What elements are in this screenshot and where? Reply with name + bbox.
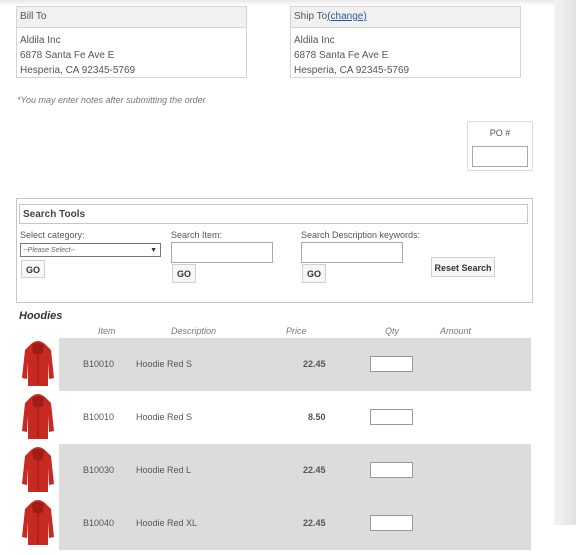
product-image — [17, 497, 59, 550]
category-select[interactable]: --Please Select-- ▼ — [20, 243, 161, 257]
notes-hint: *You may enter notes after submitting th… — [17, 95, 206, 105]
bill-to-line: 6878 Santa Fe Ave E — [20, 50, 115, 61]
product-row: B10010 Hoodie Red S 8.50 — [17, 391, 531, 444]
ship-to-line: Hesperia, CA 92345-5769 — [294, 65, 410, 76]
item-price: 22.45 — [303, 359, 326, 369]
search-item-go-button[interactable]: GO — [172, 264, 196, 283]
row-band — [59, 391, 531, 444]
item-code: B10040 — [83, 518, 115, 528]
quantity-input[interactable] — [370, 462, 413, 478]
ship-to-line: 6878 Santa Fe Ave E — [294, 50, 389, 61]
hoodie-icon — [22, 447, 54, 492]
item-price: 8.50 — [308, 412, 326, 422]
hoodie-icon — [22, 394, 54, 439]
item-description: Hoodie Red S — [136, 359, 193, 369]
ship-to-address: Aldila Inc 6878 Santa Fe Ave E Hesperia,… — [291, 28, 520, 83]
column-header-price: Price — [286, 326, 307, 336]
item-code: B10030 — [83, 465, 115, 475]
item-price: 22.45 — [303, 465, 326, 475]
product-image — [17, 338, 59, 391]
reset-search-button[interactable]: Reset Search — [431, 257, 495, 277]
bill-to-address: Aldila Inc 6878 Santa Fe Ave E Hesperia,… — [17, 28, 246, 83]
product-row: B10010 Hoodie Red S 22.45 — [17, 338, 531, 391]
change-ship-to-link[interactable]: (change) — [327, 11, 366, 22]
quantity-input[interactable] — [370, 356, 413, 372]
column-header-description: Description — [171, 326, 217, 336]
po-number-input[interactable] — [472, 146, 528, 167]
item-code: B10010 — [83, 359, 115, 369]
product-row: B10030 Hoodie Red L 22.45 — [17, 444, 531, 497]
column-header-amount: Amount — [440, 326, 472, 336]
hoodie-icon — [22, 341, 54, 386]
section-title: Hoodies — [19, 310, 63, 322]
product-image — [17, 444, 59, 497]
ship-to-box: Ship To(change) Aldila Inc 6878 Santa Fe… — [290, 6, 521, 78]
item-description: Hoodie Red L — [136, 465, 192, 475]
column-header-item: Item — [98, 326, 116, 336]
category-selected-value: --Please Select-- — [23, 247, 76, 254]
product-image — [17, 391, 59, 444]
quantity-input[interactable] — [370, 409, 413, 425]
bill-to-line: Aldila Inc — [20, 35, 61, 46]
bill-to-line: Hesperia, CA 92345-5769 — [20, 65, 136, 76]
scrollbar-gutter — [554, 0, 576, 525]
ship-to-line: Aldila Inc — [294, 35, 335, 46]
search-description-label: Search Description keywords: — [301, 230, 421, 240]
search-tools-title: Search Tools — [19, 204, 528, 224]
item-code: B10010 — [83, 412, 115, 422]
ship-to-heading: Ship To — [294, 11, 328, 22]
product-row: B10040 Hoodie Red XL 22.45 — [17, 497, 531, 550]
search-item-label: Search Item: — [171, 230, 223, 240]
row-band — [59, 497, 531, 550]
search-item-input[interactable] — [171, 242, 273, 263]
search-description-go-button[interactable]: GO — [302, 264, 326, 283]
bill-to-heading: Bill To — [17, 7, 246, 28]
po-label: PO # — [489, 128, 511, 138]
item-description: Hoodie Red S — [136, 412, 193, 422]
po-box: PO # — [467, 121, 533, 171]
search-description-input[interactable] — [301, 242, 403, 263]
search-tools-panel: Search Tools Select category: --Please S… — [16, 198, 533, 303]
ship-to-header: Ship To(change) — [291, 7, 520, 28]
row-band — [59, 338, 531, 391]
item-description: Hoodie Red XL — [136, 518, 198, 528]
row-band — [59, 444, 531, 497]
item-price: 22.45 — [303, 518, 326, 528]
category-label: Select category: — [20, 230, 85, 240]
column-header-qty: Qty — [385, 326, 400, 336]
hoodie-icon — [22, 500, 54, 545]
category-go-button[interactable]: GO — [21, 260, 45, 278]
bill-to-box: Bill To Aldila Inc 6878 Santa Fe Ave E H… — [16, 6, 247, 78]
chevron-down-icon: ▼ — [150, 247, 157, 254]
quantity-input[interactable] — [370, 515, 413, 531]
